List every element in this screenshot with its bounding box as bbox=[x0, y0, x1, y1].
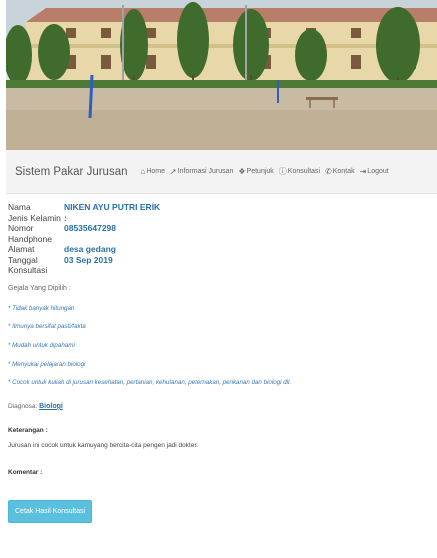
gejala-item: * Ilmunya bersifat pasti/fakta bbox=[8, 323, 86, 331]
diagnosa-value: Biologi bbox=[39, 402, 63, 410]
nav-item-label: Konsultasi bbox=[287, 168, 321, 175]
cetak-hasil-button[interactable]: Cetak Hasil Konsultasi bbox=[8, 499, 93, 523]
alamat-label: Alamat bbox=[8, 244, 35, 254]
home-icon: ⌂ bbox=[140, 167, 146, 176]
gejala-item: * Menyukai pelajaran biologi bbox=[8, 360, 86, 368]
nav-item-label: Home bbox=[146, 168, 166, 175]
profile-row-alamat: Alamat desa gedang bbox=[8, 244, 160, 255]
gejala-list: * Tidak banyak hitungan * Ilmunya bersif… bbox=[8, 305, 432, 398]
komentar-title: Komentar : bbox=[8, 468, 43, 476]
nav-item-logout[interactable]: ⇥ Logout bbox=[360, 167, 389, 176]
navbar-brand[interactable]: Sistem Pakar Jurusan bbox=[6, 166, 136, 178]
consultation-result: Nama NIKEN AYU PUTRI ERIK Jenis Kelamin … bbox=[8, 202, 432, 523]
profile-row-jenis-kelamin: Jenis Kelamin : bbox=[8, 213, 160, 224]
alamat-value: desa gedang bbox=[64, 244, 116, 254]
tanggal-value: 03 Sep 2019 bbox=[64, 254, 113, 265]
tanggal-label: Tanggal Konsultasi bbox=[8, 254, 48, 276]
keterangan-title: Keterangan : bbox=[8, 426, 48, 434]
info-icon: ❖ bbox=[238, 167, 246, 176]
nama-label: Nama bbox=[8, 202, 31, 212]
nav-item-label: Petunjuk bbox=[246, 168, 274, 175]
nav-item-label: Informasi Jurusan bbox=[177, 168, 234, 175]
jenis-kelamin-value: : bbox=[64, 212, 67, 223]
gejala-item: * Cocok untuk kuliah di jurusan kesehata… bbox=[8, 379, 292, 387]
gejala-item: * Mudah untuk dipahami bbox=[8, 341, 75, 349]
diagnosa: Diagnosa: Biologi bbox=[8, 403, 432, 410]
wrench-icon: ➚ bbox=[170, 167, 177, 176]
nav-item-label: Logout bbox=[367, 168, 389, 175]
diagnosa-label: Diagnosa: bbox=[8, 402, 38, 410]
nav-item-konsultasi[interactable]: ⓘ Konsultasi bbox=[279, 166, 320, 177]
profile-table: Nama NIKEN AYU PUTRI ERIK Jenis Kelamin … bbox=[8, 202, 160, 276]
gejala-title: Gejala Yang Dipilih : bbox=[8, 284, 71, 292]
nav-item-petunjuk[interactable]: ❖ Petunjuk bbox=[238, 167, 273, 176]
nav-item-informasi-jurusan[interactable]: ➚ Informasi Jurusan bbox=[170, 167, 233, 176]
nav-item-kontak[interactable]: ✆ Kontak bbox=[325, 167, 355, 176]
handphone-value: 08535647298 bbox=[64, 223, 117, 233]
gejala-item: * Tidak banyak hitungan bbox=[8, 304, 75, 312]
header-banner-image bbox=[6, 0, 437, 150]
logout-icon: ⇥ bbox=[359, 167, 367, 176]
keterangan-text: Jurusan ini cocok untuk kamuyang bercita… bbox=[8, 441, 199, 449]
jenis-kelamin-label: Jenis Kelamin bbox=[8, 212, 61, 223]
profile-row-handphone: Nomor Handphone 08535647298 bbox=[8, 223, 160, 244]
handphone-label: Nomor Handphone bbox=[8, 223, 52, 244]
profile-row-nama: Nama NIKEN AYU PUTRI ERIK bbox=[8, 202, 160, 213]
nav-item-home[interactable]: ⌂ Home bbox=[141, 167, 166, 176]
question-icon: ⓘ bbox=[278, 167, 287, 176]
phone-icon: ✆ bbox=[325, 167, 332, 176]
navbar: Sistem Pakar Jurusan ⌂ Home ➚ Informasi … bbox=[6, 150, 437, 194]
nama-value: NIKEN AYU PUTRI ERIK bbox=[64, 202, 161, 212]
nav-item-label: Kontak bbox=[332, 168, 355, 175]
profile-row-tanggal: Tanggal Konsultasi 03 Sep 2019 bbox=[8, 255, 160, 276]
